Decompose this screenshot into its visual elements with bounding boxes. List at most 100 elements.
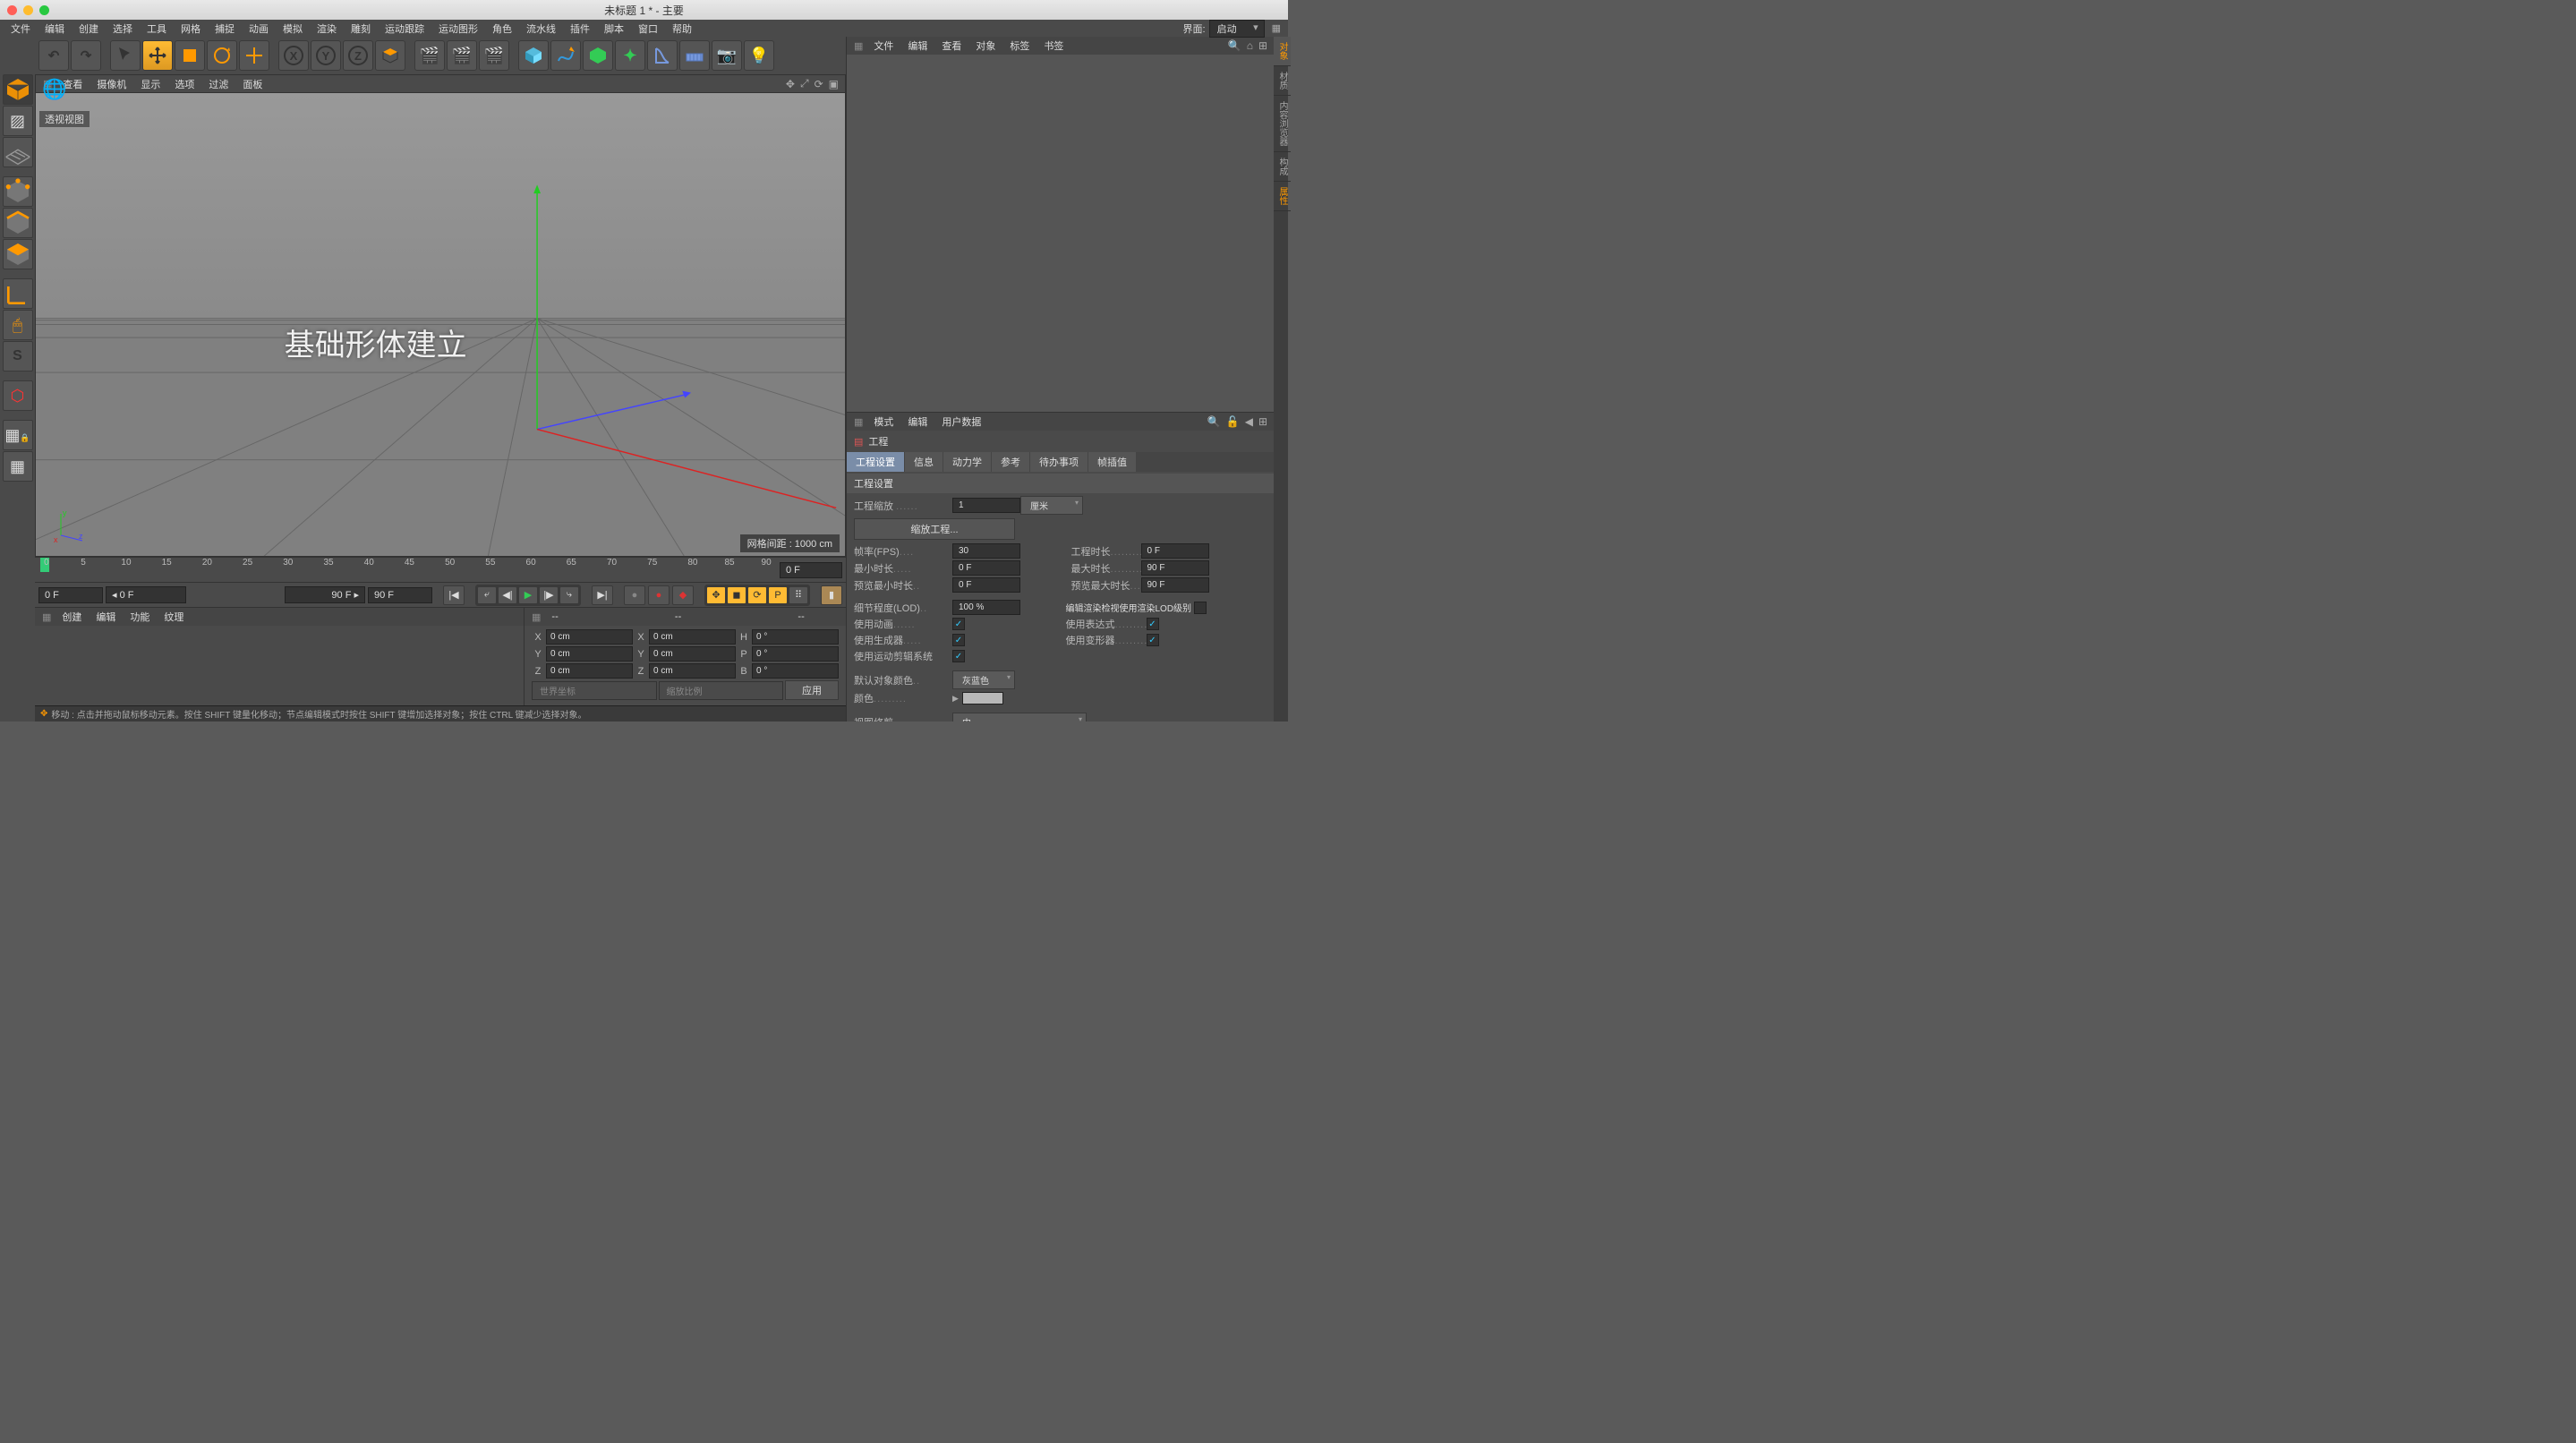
mat-menu-create[interactable]: 创建: [55, 610, 89, 624]
keyframe-sel-button[interactable]: ◆: [672, 585, 694, 605]
mat-menu-texture[interactable]: 纹理: [157, 610, 191, 624]
workplane-button[interactable]: [3, 137, 33, 167]
view-nav-panels-icon[interactable]: ▣: [826, 78, 841, 90]
render-settings-button[interactable]: 🎬: [479, 40, 509, 71]
om-menu-view[interactable]: 查看: [934, 38, 968, 53]
menu-character[interactable]: 角色: [485, 20, 519, 38]
am-back-icon[interactable]: ◀: [1242, 415, 1256, 428]
am-search-icon[interactable]: 🔍: [1205, 415, 1224, 428]
menu-select[interactable]: 选择: [106, 20, 140, 38]
menu-tracking[interactable]: 运动跟踪: [378, 20, 431, 38]
vtab-structure[interactable]: 构成: [1274, 152, 1291, 182]
coord-apply-button[interactable]: 应用: [785, 680, 839, 700]
layout-dropdown[interactable]: 启动: [1209, 20, 1265, 38]
tab-dynamics[interactable]: 动力学: [943, 452, 991, 472]
menu-edit[interactable]: 编辑: [38, 20, 72, 38]
deformer-button[interactable]: [647, 40, 678, 71]
menu-render[interactable]: 渲染: [310, 20, 344, 38]
rot-h-field[interactable]: 0 °: [752, 629, 839, 645]
scale-project-button[interactable]: 缩放工程...: [854, 518, 1015, 540]
am-lock-icon[interactable]: 🔓: [1224, 415, 1242, 428]
mograph-button[interactable]: ✦: [615, 40, 645, 71]
grip-icon[interactable]: ▦: [38, 611, 55, 623]
scale-tool-button[interactable]: [175, 40, 205, 71]
view-nav-move-icon[interactable]: ✥: [783, 78, 798, 90]
vtab-objects[interactable]: 对象: [1274, 37, 1291, 66]
def-checkbox[interactable]: ✓: [1147, 634, 1159, 646]
minimize-dot[interactable]: [23, 5, 33, 15]
pos-y-field[interactable]: 0 cm: [546, 646, 633, 662]
autokey-button[interactable]: ●: [648, 585, 670, 605]
menu-simulate[interactable]: 模拟: [276, 20, 310, 38]
last-tool-button[interactable]: [239, 40, 269, 71]
pmin-field[interactable]: 0 F: [952, 577, 1020, 593]
gen-checkbox[interactable]: ✓: [952, 634, 965, 646]
play-back-button[interactable]: ◀|: [498, 586, 517, 604]
next-key-button[interactable]: ⤷: [559, 586, 579, 604]
projlen-field[interactable]: 0 F: [1141, 543, 1209, 559]
generator-button[interactable]: [583, 40, 613, 71]
pos-x-field[interactable]: 0 cm: [546, 629, 633, 645]
environment-button[interactable]: [679, 40, 710, 71]
size-z-field[interactable]: 0 cm: [649, 663, 736, 679]
cube-primitive-button[interactable]: [518, 40, 549, 71]
view-menu-filter[interactable]: 过滤: [201, 77, 235, 91]
edges-mode-button[interactable]: [3, 208, 33, 238]
live-select-button[interactable]: [110, 40, 141, 71]
size-y-field[interactable]: 0 cm: [649, 646, 736, 662]
expr-checkbox[interactable]: ✓: [1147, 618, 1159, 630]
menu-script[interactable]: 脚本: [597, 20, 631, 38]
maxlen-field[interactable]: 90 F: [1141, 560, 1209, 576]
menu-tools[interactable]: 工具: [140, 20, 174, 38]
size-x-field[interactable]: 0 cm: [649, 629, 736, 645]
undo-button[interactable]: ↶: [38, 40, 69, 71]
tab-info[interactable]: 信息: [905, 452, 943, 472]
menu-plugins[interactable]: 插件: [563, 20, 597, 38]
menu-create[interactable]: 创建: [72, 20, 106, 38]
soft-select-button[interactable]: S: [3, 341, 33, 371]
key-param-button[interactable]: P: [768, 586, 788, 604]
fps-field[interactable]: 30: [952, 543, 1020, 559]
minlen-field[interactable]: 0 F: [952, 560, 1020, 576]
frame-field-3[interactable]: 90 F ▸: [285, 586, 365, 603]
view-menu-options[interactable]: 选项: [167, 77, 201, 91]
vtab-browser[interactable]: 内容浏览器: [1274, 96, 1291, 152]
key-pla-button[interactable]: ⠿: [789, 586, 808, 604]
am-fwd-icon[interactable]: ⊞: [1256, 415, 1270, 428]
axis-mode-button[interactable]: [3, 278, 33, 309]
view-nav-zoom-icon[interactable]: ⤢: [798, 77, 812, 90]
perspective-viewport[interactable]: 透视视图: [36, 93, 845, 556]
layout-browse-icon[interactable]: ▦: [1268, 22, 1284, 34]
om-menu-file[interactable]: 文件: [866, 38, 900, 53]
tab-todo[interactable]: 待办事项: [1030, 452, 1088, 472]
snap-button[interactable]: ⬡: [3, 380, 33, 411]
grip-icon[interactable]: ▦: [850, 40, 866, 52]
workplane-toggle-button[interactable]: ▦: [3, 451, 33, 482]
proj-scale-field[interactable]: 1: [952, 498, 1020, 513]
goto-end-button[interactable]: ▶|: [592, 585, 613, 605]
texture-mode-button[interactable]: ▨: [3, 106, 33, 136]
lod-field[interactable]: 100 %: [952, 600, 1020, 615]
tab-ref[interactable]: 参考: [992, 452, 1029, 472]
menu-snap[interactable]: 捕捉: [208, 20, 242, 38]
om-menu-bookmarks[interactable]: 书签: [1036, 38, 1070, 53]
workplane-lock-button[interactable]: ▦🔒: [3, 420, 33, 450]
polys-mode-button[interactable]: [3, 239, 33, 269]
menu-pipeline[interactable]: 流水线: [519, 20, 563, 38]
globe-icon[interactable]: 🌐: [39, 74, 70, 105]
grip-icon[interactable]: ▦: [528, 611, 544, 623]
om-home-icon[interactable]: ⌂: [1244, 39, 1256, 52]
color-expand-icon[interactable]: ▶: [952, 694, 959, 704]
play-button[interactable]: ▶: [518, 586, 538, 604]
om-plus-icon[interactable]: ⊞: [1256, 39, 1270, 52]
crop-dropdown[interactable]: 中: [952, 713, 1087, 722]
menu-help[interactable]: 帮助: [665, 20, 699, 38]
view-nav-rotate-icon[interactable]: ⟳: [812, 78, 826, 90]
frame-field-1[interactable]: 0 F: [38, 587, 103, 603]
view-menu-panel[interactable]: 面板: [235, 77, 269, 91]
model-mode-button[interactable]: [3, 74, 33, 105]
menu-animate[interactable]: 动画: [242, 20, 276, 38]
prev-key-button[interactable]: ⤶: [477, 586, 497, 604]
view-menu-camera[interactable]: 摄像机: [90, 77, 133, 91]
vtab-attributes[interactable]: 属性: [1274, 182, 1291, 211]
